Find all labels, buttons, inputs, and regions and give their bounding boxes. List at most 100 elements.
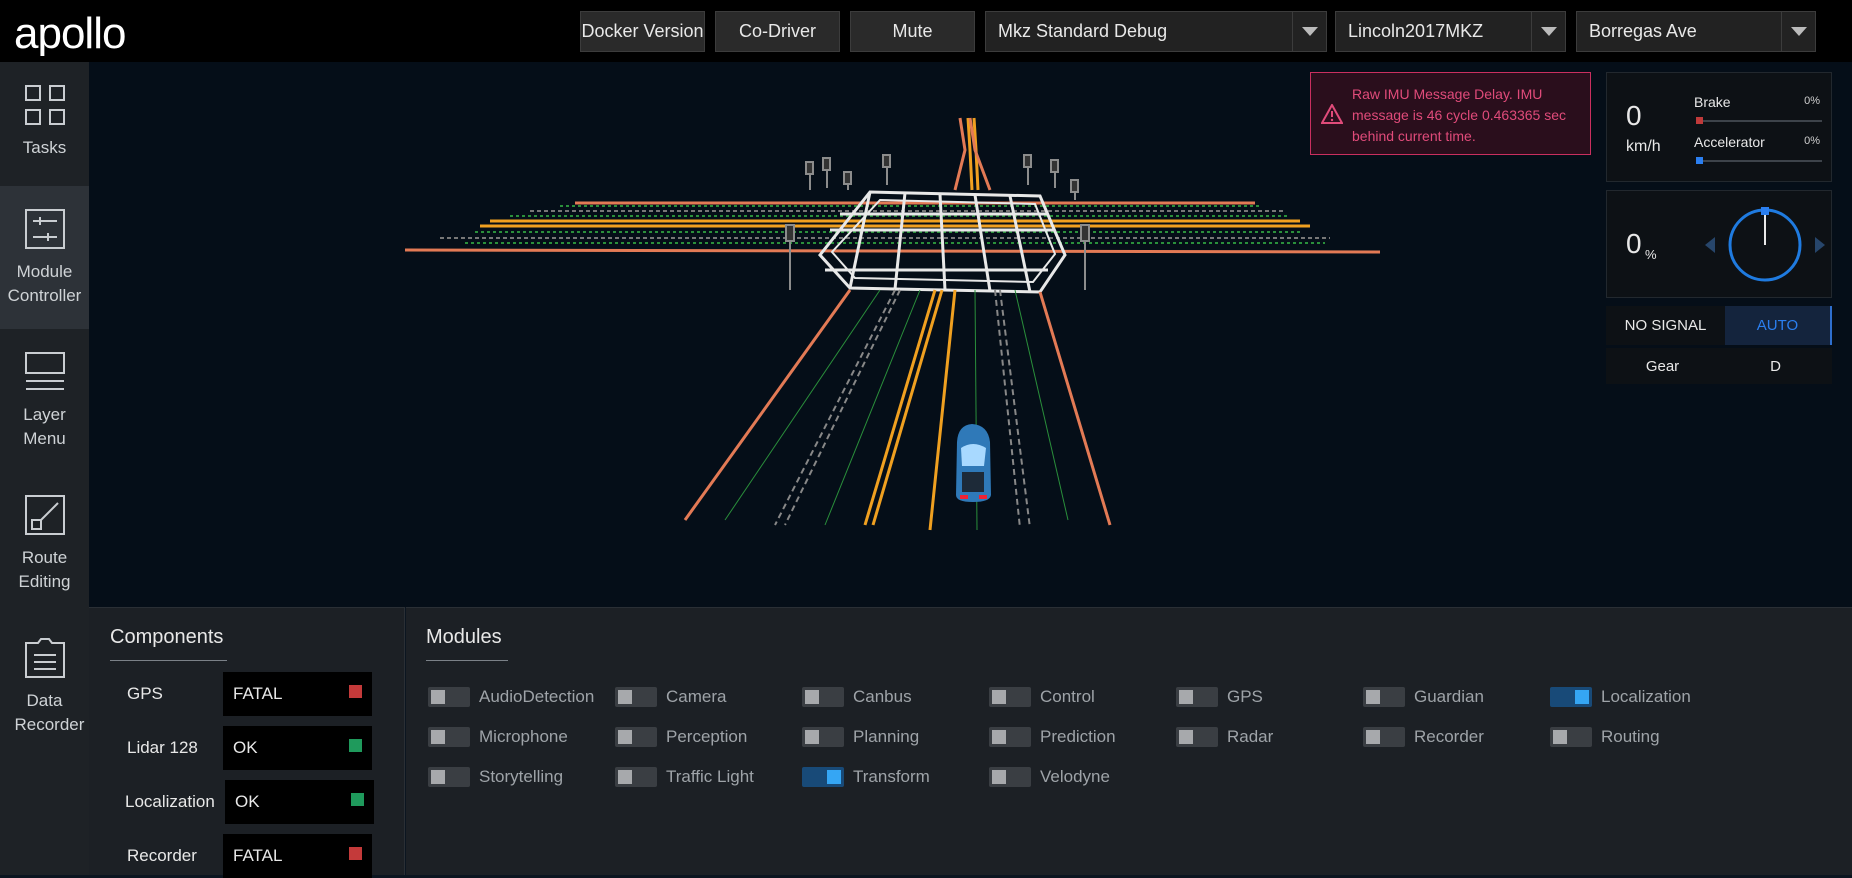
module-toggle-recorder[interactable]: Recorder	[1363, 724, 1484, 750]
toggle-switch[interactable]	[1363, 727, 1405, 747]
toggle-switch[interactable]	[615, 767, 657, 787]
mode-select[interactable]: Mkz Standard Debug	[985, 11, 1327, 52]
route-icon	[24, 495, 65, 535]
components-title: Components	[110, 626, 224, 648]
toggle-knob	[1366, 730, 1380, 744]
toggle-switch[interactable]	[802, 687, 844, 707]
mode-select-value: Mkz Standard Debug	[998, 21, 1168, 41]
toggle-switch[interactable]	[1176, 727, 1218, 747]
module-toggle-storytelling[interactable]: Storytelling	[428, 764, 563, 790]
module-label: Recorder	[1414, 727, 1484, 746]
toggle-knob	[1575, 690, 1589, 704]
accelerator-percent: 0%	[1804, 135, 1820, 147]
toggle-switch[interactable]	[615, 687, 657, 707]
toggle-switch[interactable]	[989, 687, 1031, 707]
map-select-value: Borregas Ave	[1589, 21, 1697, 41]
module-toggle-traffic-light[interactable]: Traffic Light	[615, 764, 754, 790]
turn-signal-row: NO SIGNAL AUTO	[1606, 306, 1832, 345]
toggle-knob	[805, 690, 819, 704]
sidebar-item-label: Route Editing	[18, 548, 71, 591]
vehicle-select[interactable]: Lincoln2017MKZ	[1335, 11, 1566, 52]
map-select[interactable]: Borregas Ave	[1576, 11, 1816, 52]
module-toggle-guardian[interactable]: Guardian	[1363, 684, 1484, 710]
toggle-switch[interactable]	[615, 727, 657, 747]
sidebar-item-layer-menu[interactable]: Layer Menu	[0, 329, 89, 472]
module-toggle-camera[interactable]: Camera	[615, 684, 726, 710]
toggle-switch[interactable]	[428, 687, 470, 707]
module-toggle-canbus[interactable]: Canbus	[802, 684, 912, 710]
logo-text: apollo	[14, 10, 125, 56]
toggle-switch[interactable]	[989, 727, 1031, 747]
sidebar-item-label: Module Controller	[7, 262, 82, 305]
toggle-switch[interactable]	[428, 767, 470, 787]
module-toggle-microphone[interactable]: Microphone	[428, 724, 568, 750]
module-toggle-prediction[interactable]: Prediction	[989, 724, 1116, 750]
component-name: GPS	[127, 684, 163, 703]
toggle-switch[interactable]	[428, 727, 470, 747]
module-toggle-radar[interactable]: Radar	[1176, 724, 1273, 750]
sidebar-item-data-recorder[interactable]: Data Recorder	[0, 615, 89, 758]
module-toggle-localization[interactable]: Localization	[1550, 684, 1691, 710]
toggle-switch[interactable]	[1550, 687, 1592, 707]
status-square	[349, 739, 362, 752]
module-label: Storytelling	[479, 767, 564, 786]
accelerator-label: Accelerator	[1694, 134, 1765, 150]
sidebar-item-label: Tasks	[22, 138, 67, 157]
modules-title: Modules	[426, 626, 502, 648]
module-toggle-audiodetection[interactable]: AudioDetection	[428, 684, 594, 710]
component-status: FATAL	[223, 672, 372, 716]
chevron-down-icon[interactable]	[1531, 12, 1565, 51]
component-row-lidar-128: Lidar 128 OK	[89, 726, 405, 770]
toggle-knob	[992, 730, 1006, 744]
layers-icon	[24, 352, 65, 390]
sidebar-item-module-controller[interactable]: Module Controller	[0, 186, 89, 329]
document-icon	[24, 638, 65, 678]
gear-value: D	[1770, 357, 1781, 375]
components-panel: Components GPS FATAL Lidar 128 OK Locali…	[89, 607, 405, 878]
component-row-gps: GPS FATAL	[89, 672, 405, 716]
chevron-down-icon[interactable]	[1292, 12, 1326, 51]
module-label: Camera	[666, 687, 727, 706]
toggle-switch[interactable]	[802, 767, 844, 787]
no-signal-indicator: NO SIGNAL	[1606, 306, 1725, 345]
module-label: Guardian	[1414, 687, 1484, 706]
module-toggle-transform[interactable]: Transform	[802, 764, 930, 790]
component-status: OK	[223, 726, 372, 770]
module-toggle-gps[interactable]: GPS	[1176, 684, 1263, 710]
toggle-switch[interactable]	[1550, 727, 1592, 747]
brake-label: Brake	[1694, 94, 1731, 110]
module-toggle-planning[interactable]: Planning	[802, 724, 919, 750]
mute-button[interactable]: Mute	[850, 11, 975, 52]
near-road	[683, 289, 1112, 531]
accelerator-indicator	[1696, 157, 1703, 164]
sidebar-item-route-editing[interactable]: Route Editing	[0, 472, 89, 615]
component-status-text: OK	[233, 738, 258, 757]
grid-icon	[24, 85, 65, 125]
module-label: AudioDetection	[479, 687, 595, 706]
toggle-knob	[1366, 690, 1380, 704]
docker-version-button[interactable]: Docker Version	[580, 11, 705, 52]
turn-right-icon	[1815, 237, 1825, 253]
module-toggle-perception[interactable]: Perception	[615, 724, 747, 750]
toggle-knob	[431, 770, 445, 784]
toggle-switch[interactable]	[1176, 687, 1218, 707]
module-toggle-routing[interactable]: Routing	[1550, 724, 1660, 750]
module-toggle-velodyne[interactable]: Velodyne	[989, 764, 1110, 790]
brake-track	[1696, 117, 1822, 124]
toggle-switch[interactable]	[1363, 687, 1405, 707]
module-label: GPS	[1227, 687, 1263, 706]
component-status: OK	[225, 780, 374, 824]
component-status-text: OK	[235, 792, 260, 811]
module-label: Microphone	[479, 727, 568, 746]
module-label: Localization	[1601, 687, 1691, 706]
toggle-switch[interactable]	[802, 727, 844, 747]
component-name: Lidar 128	[127, 738, 198, 757]
module-toggle-control[interactable]: Control	[989, 684, 1095, 710]
sidebar-item-tasks[interactable]: Tasks	[0, 62, 89, 205]
toggle-switch[interactable]	[989, 767, 1031, 787]
sidebar-item-label: Layer Menu	[23, 405, 66, 448]
chevron-down-icon[interactable]	[1781, 12, 1815, 51]
co-driver-button[interactable]: Co-Driver	[715, 11, 840, 52]
gear-row: Gear D	[1606, 348, 1832, 384]
toggle-knob	[431, 690, 445, 704]
